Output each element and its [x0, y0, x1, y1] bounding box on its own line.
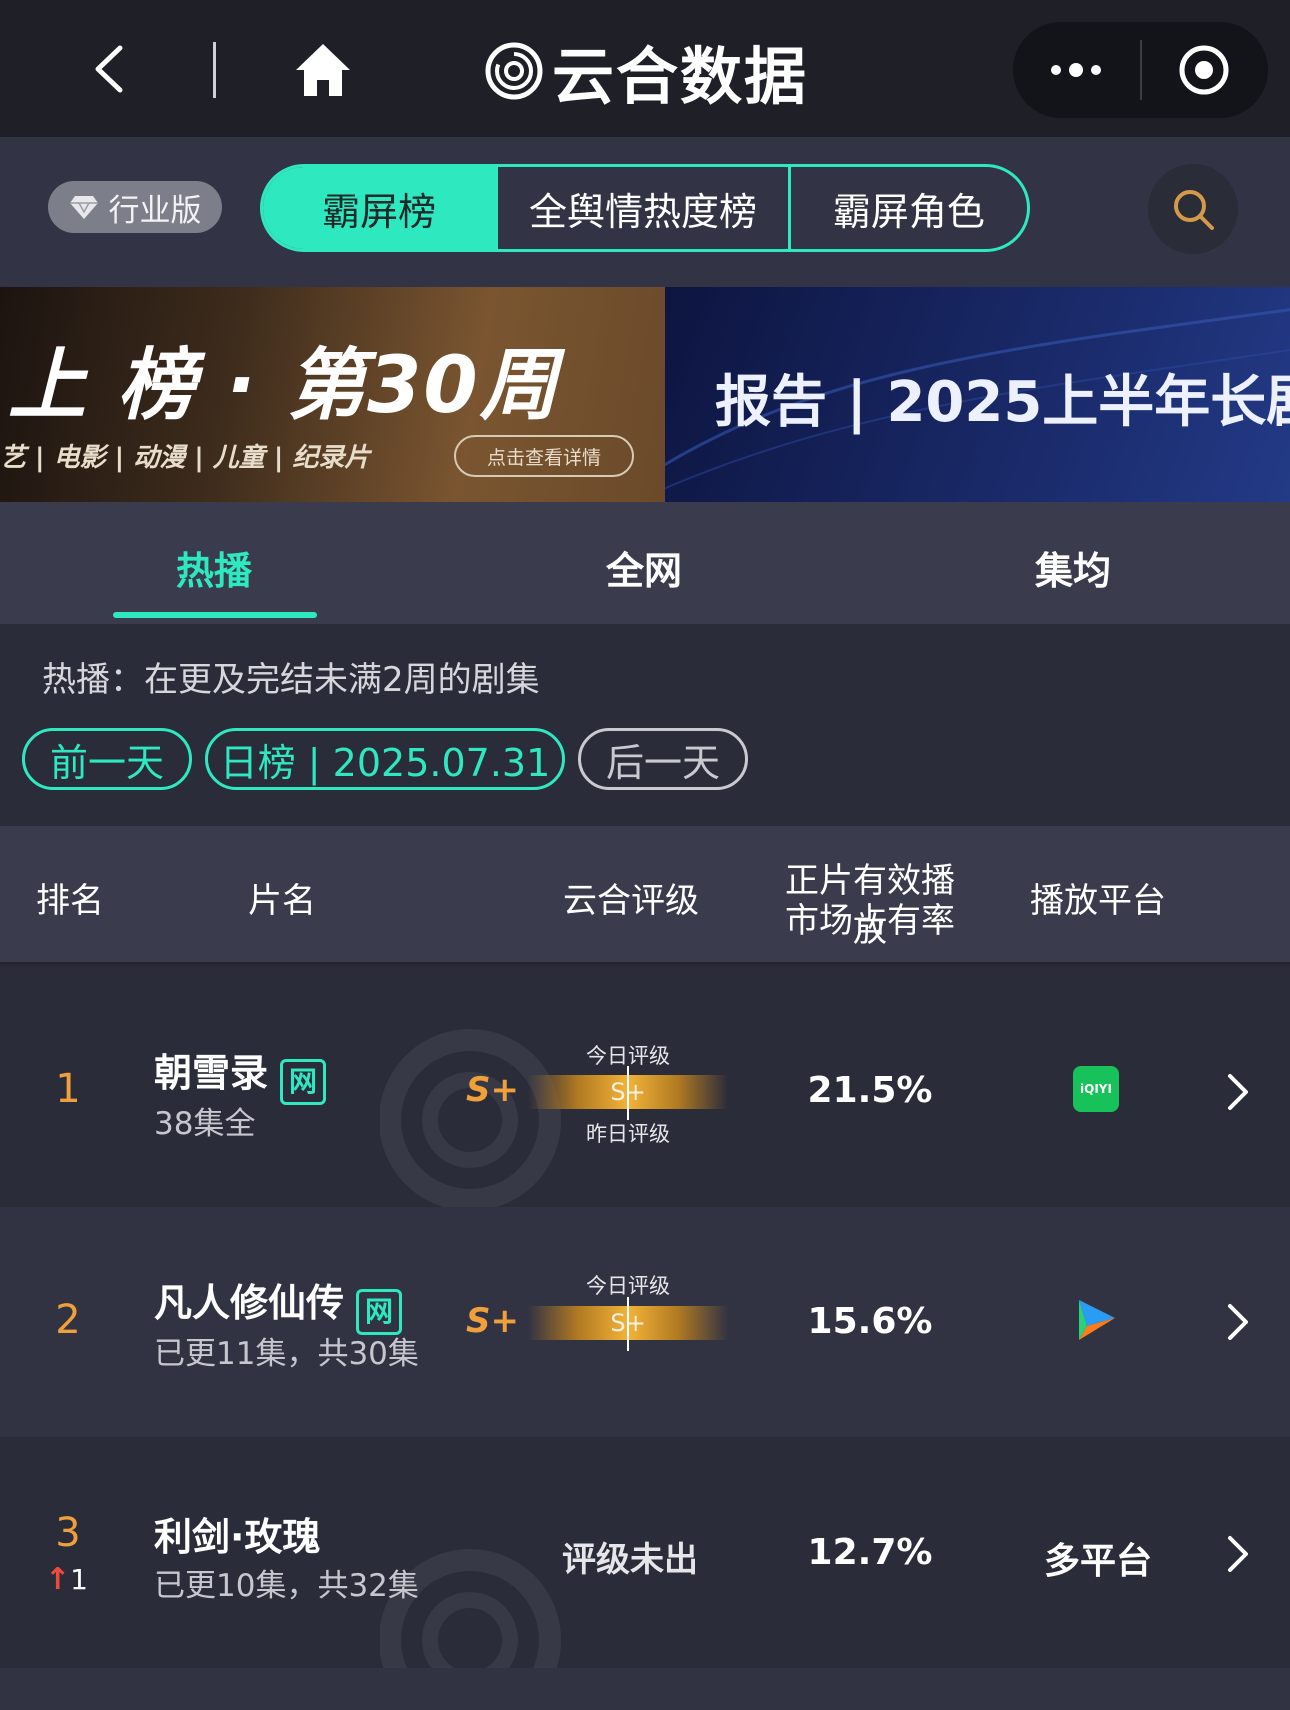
rank-change-value: 1	[70, 1563, 88, 1596]
row-market-share: 15.6%	[807, 1301, 933, 1342]
table-row[interactable]	[0, 1668, 1290, 1710]
banner-report[interactable]: 报告 | 2025上半年长剧	[665, 287, 1290, 502]
network-badge: 网	[280, 1058, 327, 1105]
header-rank: 排名	[36, 881, 104, 921]
arrow-up-icon: ↑	[45, 1562, 71, 1597]
banner-report-title: 报告 | 2025上半年长剧	[715, 370, 1290, 435]
back-icon[interactable]	[86, 44, 136, 94]
row-episodes: 38集全	[154, 1106, 256, 1142]
tab-public-opinion-heat[interactable]: 全舆情热度榜	[495, 167, 788, 249]
tencent-video-icon	[1079, 1300, 1115, 1340]
rating-bar-tick	[627, 1066, 629, 1120]
yunhe-logo-icon	[485, 42, 543, 100]
row-episodes: 已更11集，共30集	[154, 1336, 419, 1372]
today-rating-label: 今日评级	[586, 1274, 670, 1298]
close-target-icon[interactable]	[1178, 44, 1230, 96]
hot-description: 热播：在更及完结未满2周的剧集	[42, 660, 540, 700]
banner-title: 上 榜 · 第30周	[8, 341, 560, 431]
chevron-right-icon[interactable]	[1224, 1534, 1252, 1574]
subtab-all-network[interactable]: 全网	[606, 540, 682, 595]
tab-dominant-roles[interactable]: 霸屏角色	[787, 167, 1027, 249]
more-icon[interactable]	[1046, 52, 1106, 88]
iqiyi-icon: iQIYI	[1073, 1066, 1119, 1112]
row-grade: S+	[466, 1301, 519, 1341]
active-tab-indicator	[113, 612, 317, 618]
platform-multi: 多平台	[1044, 1541, 1153, 1582]
next-day-button[interactable]: 后一天	[578, 728, 748, 790]
yesterday-rating-label: 昨日评级	[586, 1122, 670, 1146]
row-title: 朝雪录	[154, 1051, 269, 1095]
row-rank: 1	[55, 1066, 81, 1112]
header-platform: 播放平台	[1030, 881, 1166, 921]
banner-subtitle: 艺 | 电影 | 动漫 | 儿童 | 纪录片	[0, 443, 371, 473]
ranking-segmented-control: 霸屏榜 全舆情热度榜 霸屏角色	[260, 164, 1030, 252]
iqiyi-icon-label: iQIYI	[1080, 1082, 1112, 1096]
row-rank: 2	[55, 1297, 81, 1343]
row-market-share: 12.7%	[807, 1532, 933, 1573]
row-title: 凡人修仙传	[154, 1281, 345, 1325]
diamond-icon	[69, 196, 98, 219]
edition-label: 行业版	[108, 192, 202, 229]
app-title: 云合数据	[552, 40, 809, 113]
prev-day-button[interactable]: 前一天	[22, 728, 192, 790]
row-market-share: 21.5%	[807, 1070, 933, 1111]
date-selector[interactable]: 日榜 | 2025.07.31	[205, 728, 565, 790]
rating-bar-tick	[627, 1297, 629, 1351]
header-title: 片名	[248, 881, 316, 921]
banner-details-button[interactable]: 点击查看详情	[454, 435, 634, 477]
row-episodes: 已更10集，共32集	[154, 1568, 419, 1604]
subtab-hot[interactable]: 热播	[176, 540, 252, 595]
row-title-line: 朝雪录网	[154, 1042, 327, 1105]
chevron-right-icon[interactable]	[1224, 1302, 1252, 1342]
capsule-divider	[1140, 40, 1142, 100]
home-icon[interactable]	[292, 40, 354, 100]
rank-change: ↑1	[45, 1562, 88, 1597]
header-rating: 云合评级	[563, 881, 699, 921]
app-brand: 云合数据	[484, 32, 808, 113]
nav-divider	[213, 42, 216, 98]
row-title: 利剑·玫瑰	[154, 1515, 321, 1559]
rating-pending: 评级未出	[562, 1540, 698, 1580]
search-icon[interactable]	[1170, 186, 1216, 232]
subtab-per-episode[interactable]: 集均	[1035, 540, 1111, 595]
banner-weekly-ranking[interactable]: 上 榜 · 第30周 艺 | 电影 | 动漫 | 儿童 | 纪录片 点击查看详情	[0, 287, 665, 502]
header-share-line2: 市场占有率	[785, 901, 955, 941]
tab-dominant-screen[interactable]: 霸屏榜	[263, 167, 496, 249]
edition-badge[interactable]: 行业版	[48, 181, 222, 233]
row-grade: S+	[466, 1070, 519, 1110]
row-title-line: 凡人修仙传网	[154, 1272, 403, 1335]
row-rank: 3	[55, 1510, 81, 1556]
chevron-right-icon[interactable]	[1224, 1072, 1252, 1112]
